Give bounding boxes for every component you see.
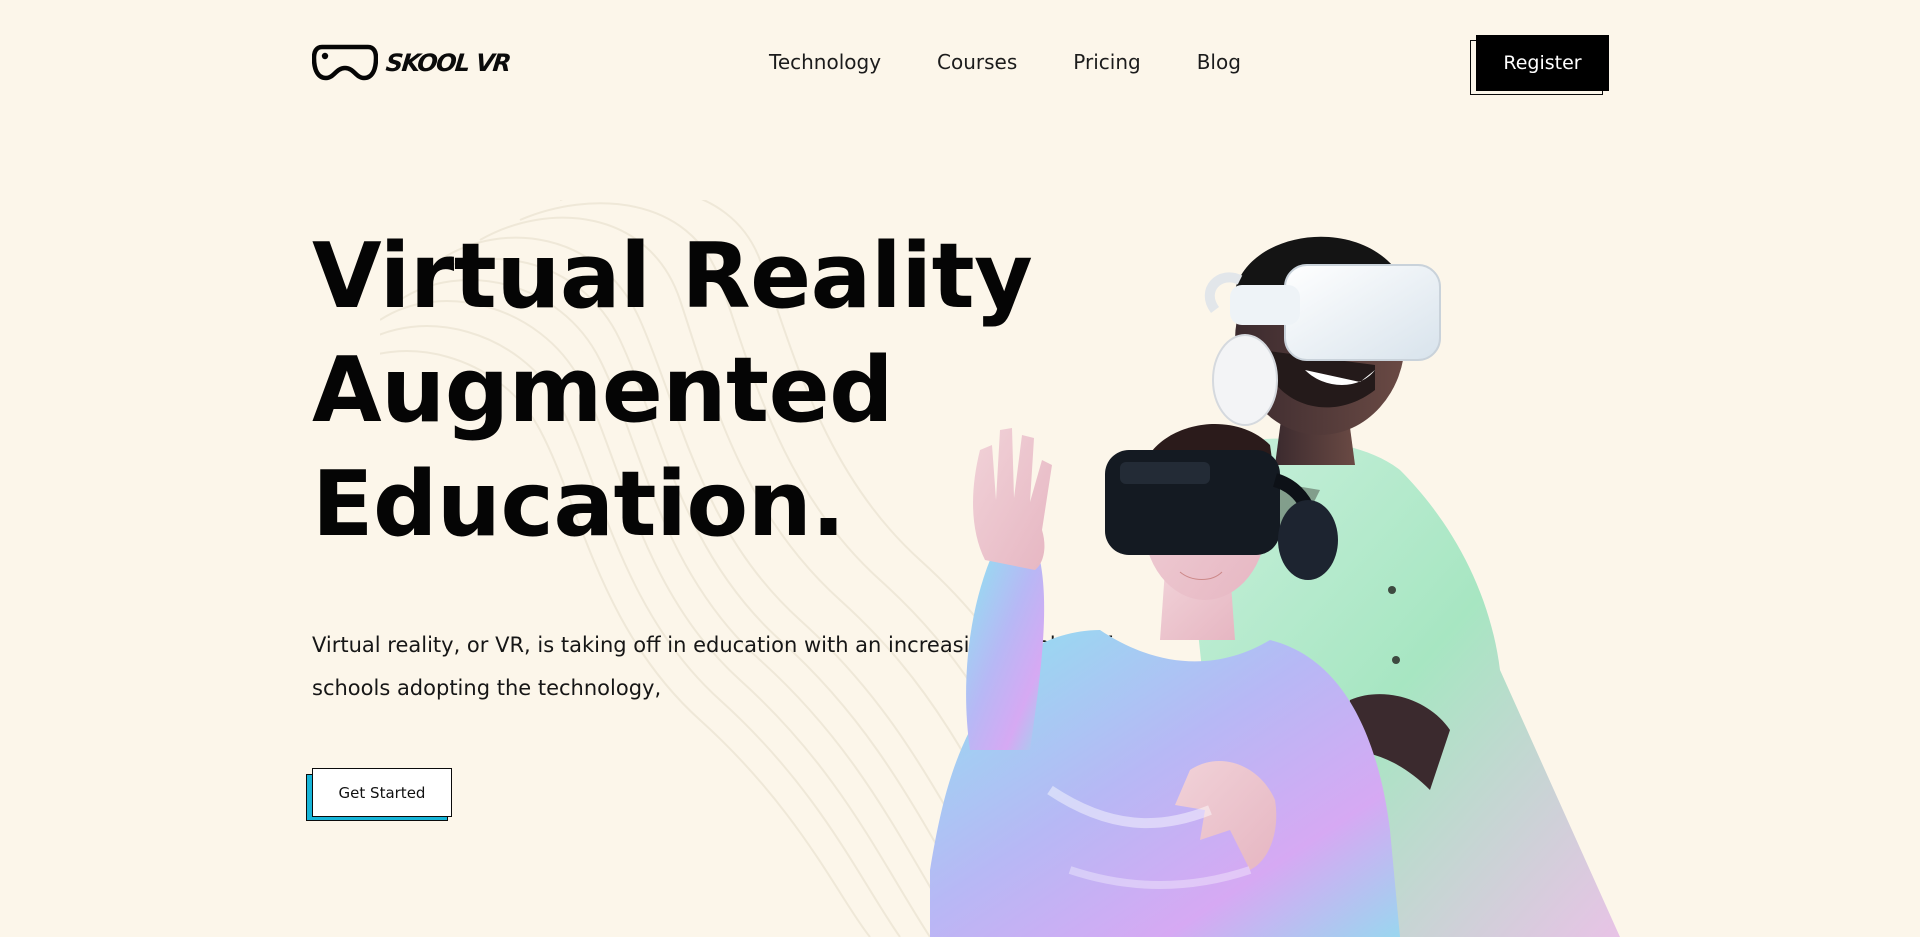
brand-name: SKOOL VR [384,49,512,77]
vr-headset-icon [312,44,378,81]
nav-item-blog[interactable]: Blog [1197,50,1241,74]
brand-logo[interactable]: SKOOL VR [312,44,512,82]
nav-item-courses[interactable]: Courses [937,50,1017,74]
hero-title-line-2: Augmented [312,338,894,443]
nav-item-pricing[interactable]: Pricing [1073,50,1140,74]
get-started-button-group: Get Started [306,768,452,822]
hero-title: Virtual Reality Augmented Education. [312,220,1033,562]
hero-title-line-1: Virtual Reality [312,224,1033,329]
hero-vr-people-image [930,236,1620,937]
get-started-button[interactable]: Get Started [312,768,452,817]
register-button[interactable]: Register [1476,35,1609,91]
main-nav: Technology Courses Pricing Blog [769,50,1241,74]
hero-title-line-3: Education. [312,452,846,557]
nav-item-technology[interactable]: Technology [769,50,881,74]
landing-page: SKOOL VR Technology Courses Pricing Blog… [0,0,1920,937]
register-button-group: Register [1470,35,1609,95]
